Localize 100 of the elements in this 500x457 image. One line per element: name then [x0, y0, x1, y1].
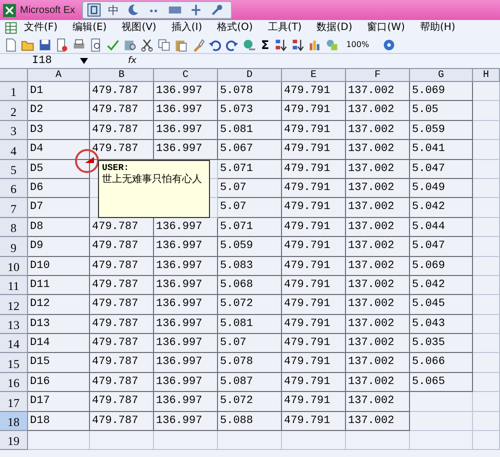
- paste-icon[interactable]: [174, 38, 188, 52]
- select-all-corner[interactable]: [0, 69, 28, 82]
- table-cell: 479.791: [282, 82, 346, 102]
- row-header[interactable]: 19: [0, 431, 28, 450]
- row-header[interactable]: 5: [0, 160, 28, 179]
- table-cell: 137.002: [346, 334, 410, 354]
- column-header[interactable]: A: [28, 69, 90, 82]
- print-preview-icon[interactable]: [89, 38, 103, 52]
- row-header[interactable]: 16: [0, 372, 28, 392]
- table-cell: 479.791: [282, 314, 346, 334]
- table-cell: 479.787: [90, 82, 154, 102]
- table-cell: 136.997: [154, 392, 218, 412]
- moon-icon[interactable]: [126, 3, 140, 17]
- table-cell: 479.791: [282, 353, 346, 373]
- row-header[interactable]: 10: [0, 256, 28, 276]
- table-cell: 136.997: [154, 276, 218, 296]
- menu-item[interactable]: 数据(D): [310, 21, 362, 35]
- row-header[interactable]: 6: [0, 178, 28, 198]
- caret-icon[interactable]: [80, 58, 88, 64]
- autosum-button[interactable]: Σ: [259, 38, 272, 52]
- cut-icon[interactable]: [140, 38, 154, 52]
- workbook-icon[interactable]: [4, 21, 18, 35]
- table-cell: 136.997: [154, 412, 218, 432]
- table-cell: 5.081: [218, 314, 282, 334]
- column-header[interactable]: C: [154, 69, 218, 82]
- pin-icon[interactable]: [189, 3, 203, 17]
- row-header[interactable]: 7: [0, 198, 28, 218]
- menu-item[interactable]: 插入(I): [165, 21, 212, 35]
- research-icon[interactable]: [123, 38, 137, 52]
- row-header[interactable]: 4: [0, 140, 28, 160]
- zoom-dropdown[interactable]: 100%: [342, 40, 380, 49]
- ime-mode[interactable]: 中: [108, 2, 119, 18]
- menu-item[interactable]: 帮助(H): [414, 21, 464, 35]
- table-cell: D6: [28, 178, 90, 198]
- menu-item[interactable]: 工具(T): [262, 21, 311, 35]
- table-cell: 137.002: [346, 353, 410, 373]
- table-cell: D7: [28, 198, 90, 218]
- table-cell: 479.787: [90, 353, 154, 373]
- help-icon[interactable]: [382, 38, 396, 52]
- save-icon[interactable]: [38, 38, 52, 52]
- undo-icon[interactable]: [208, 38, 222, 52]
- table-cell: 136.997: [154, 295, 218, 315]
- shapes-icon[interactable]: [325, 38, 340, 52]
- table-cell: D10: [28, 256, 90, 276]
- function-button[interactable]: fx: [128, 56, 136, 66]
- copy-icon[interactable]: [157, 38, 171, 52]
- table-cell: D1: [28, 82, 90, 102]
- sort-ascending-icon[interactable]: [274, 38, 288, 52]
- empty-cell: [473, 140, 500, 160]
- table-cell: 137.002: [346, 314, 410, 334]
- sort-descending-icon[interactable]: [291, 38, 306, 52]
- menu-item[interactable]: 窗口(W): [361, 21, 414, 35]
- column-header[interactable]: F: [346, 69, 410, 82]
- document-icon[interactable]: [55, 38, 69, 52]
- bar-chart-icon[interactable]: [308, 38, 322, 52]
- name-box[interactable]: I18: [0, 55, 80, 67]
- column-header[interactable]: H: [473, 69, 500, 82]
- wrench-icon[interactable]: [210, 3, 224, 17]
- menu-item[interactable]: 格式(O): [211, 21, 262, 35]
- row-header[interactable]: 1: [0, 82, 28, 102]
- row-header[interactable]: 13: [0, 314, 28, 334]
- empty-cell: [473, 178, 500, 198]
- redo-icon[interactable]: [225, 38, 239, 52]
- globe-link-icon[interactable]: [242, 38, 256, 52]
- table-cell: 479.791: [282, 256, 346, 276]
- table-cell: 136.997: [154, 372, 218, 392]
- menu-item[interactable]: 视图(V): [116, 21, 166, 35]
- row-header[interactable]: 14: [0, 334, 28, 354]
- row-header[interactable]: 15: [0, 353, 28, 373]
- menu-item[interactable]: 文件(F): [18, 21, 67, 35]
- empty-cell: [473, 256, 500, 276]
- table-cell: 5.071: [218, 218, 282, 238]
- row-header[interactable]: 11: [0, 276, 28, 296]
- table-cell: 137.002: [346, 160, 410, 179]
- empty-cell: [473, 314, 500, 334]
- table-cell: 479.791: [282, 276, 346, 296]
- row-header[interactable]: 8: [0, 218, 28, 238]
- row-header[interactable]: 3: [0, 120, 28, 140]
- table-cell: 5.043: [410, 314, 473, 334]
- table-cell: 5.045: [410, 295, 473, 315]
- table-cell: 137.002: [346, 82, 410, 102]
- row-header[interactable]: 17: [0, 392, 28, 412]
- row-header[interactable]: 12: [0, 295, 28, 315]
- brush-icon[interactable]: [191, 38, 205, 52]
- print-icon[interactable]: [72, 38, 86, 52]
- column-header[interactable]: E: [282, 69, 346, 82]
- row-header[interactable]: 2: [0, 101, 28, 121]
- menu-item[interactable]: 编辑(E): [66, 21, 116, 35]
- row-header[interactable]: 18: [0, 412, 28, 432]
- column-header[interactable]: D: [218, 69, 282, 82]
- table-cell: D17: [28, 392, 90, 412]
- row-header[interactable]: 9: [0, 237, 28, 257]
- table-cell: 5.059: [218, 237, 282, 257]
- column-header[interactable]: G: [410, 69, 473, 82]
- table-cell: 137.002: [346, 412, 410, 432]
- table-cell: 5.067: [218, 140, 282, 160]
- ime-logo-icon[interactable]: [87, 3, 101, 17]
- column-header[interactable]: B: [90, 69, 154, 82]
- table-cell: 5.049: [410, 178, 473, 198]
- table-cell: D3: [28, 120, 90, 140]
